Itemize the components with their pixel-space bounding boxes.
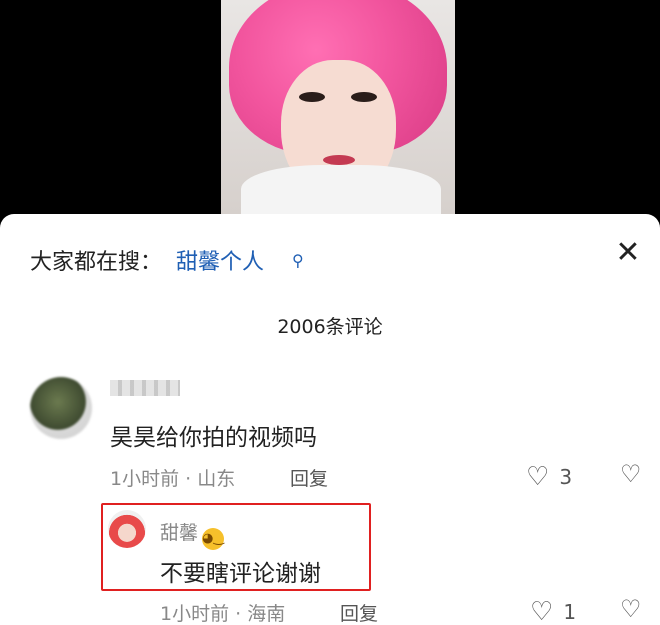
- like-button[interactable]: ♡ 1: [530, 597, 576, 625]
- like-button[interactable]: ♡ 3: [526, 462, 572, 492]
- reply-button[interactable]: 回复: [340, 599, 378, 625]
- comment-text: 昊昊给你拍的视频吗: [110, 425, 317, 451]
- avatar[interactable]: [108, 510, 146, 548]
- trending-search[interactable]: 大家都在搜： 甜馨个人 ⚲: [30, 244, 304, 276]
- right-eye: [351, 92, 377, 102]
- comment-meta: 1小时前 · 山东: [110, 468, 236, 490]
- broken-heart-icon[interactable]: ♡: [620, 460, 642, 488]
- username-blurred[interactable]: [110, 380, 180, 396]
- heart-icon: ♡: [530, 597, 554, 625]
- left-eye: [299, 92, 325, 102]
- close-button[interactable]: ✕: [614, 238, 642, 268]
- like-count: 3: [559, 465, 573, 489]
- shirt: [241, 165, 441, 215]
- reply-button[interactable]: 回复: [290, 464, 328, 491]
- video-frame[interactable]: [221, 0, 455, 215]
- reply-username[interactable]: 甜馨 ◕‿: [160, 518, 225, 550]
- heart-icon: ♡: [526, 462, 550, 492]
- trending-search-prefix: 大家都在搜：: [30, 250, 163, 275]
- broken-heart-icon[interactable]: ♡: [620, 595, 642, 623]
- trending-search-term[interactable]: 甜馨个人: [176, 244, 264, 276]
- wink-emoji-icon: ◕‿: [202, 528, 225, 550]
- reply-username-text: 甜馨: [160, 522, 199, 544]
- comment-sheet: 大家都在搜： 甜馨个人 ⚲ ✕ 2006条评论 昊昊给你拍的视频吗 1小时前 ·…: [0, 214, 660, 625]
- reply-meta: 1小时前 · 海南: [160, 603, 286, 625]
- avatar[interactable]: [30, 377, 92, 439]
- reply-text: 不要瞎评论谢谢: [160, 561, 321, 587]
- like-count: 1: [563, 600, 577, 624]
- comments-count: 2006条评论: [277, 316, 383, 338]
- mouth: [323, 155, 355, 165]
- search-icon[interactable]: ⚲: [292, 251, 304, 270]
